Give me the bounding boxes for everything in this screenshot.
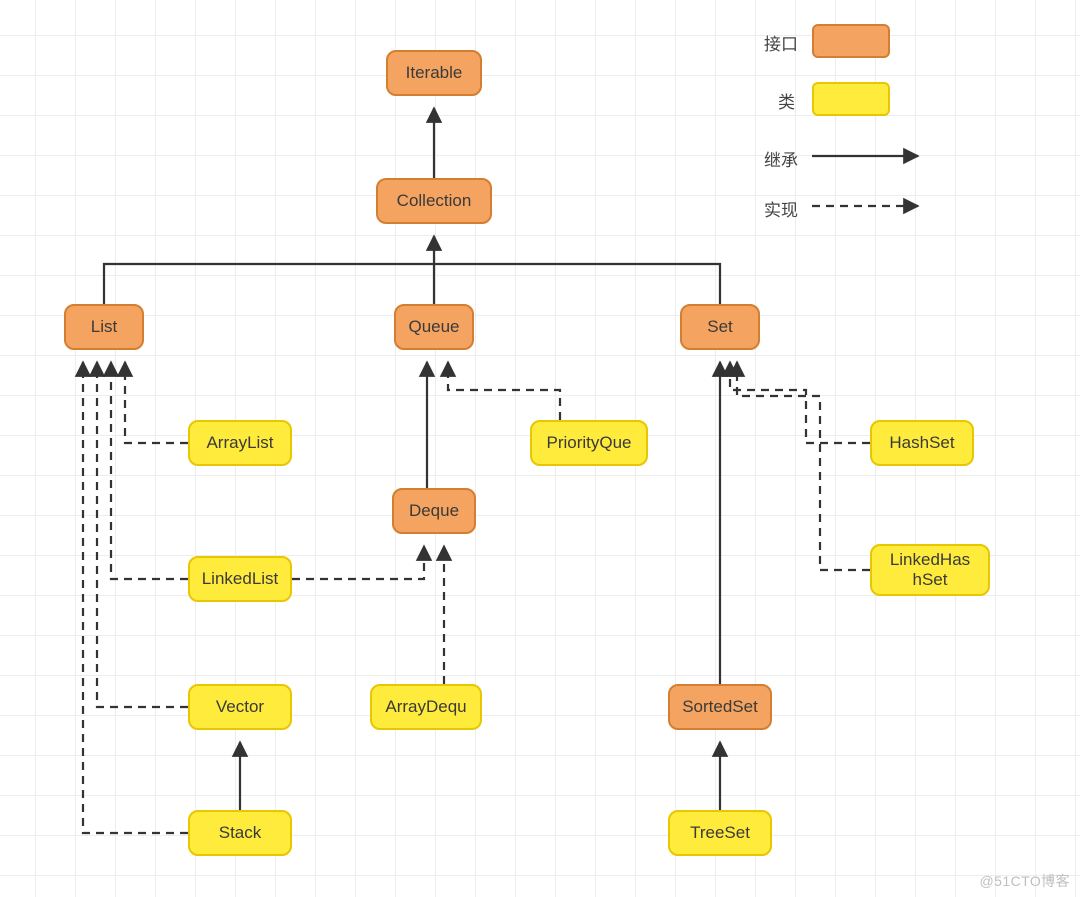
- node-label: Vector: [216, 697, 264, 717]
- node-stack: Stack: [188, 810, 292, 856]
- node-label: Set: [707, 317, 733, 337]
- node-vector: Vector: [188, 684, 292, 730]
- node-linkedhashset: LinkedHashSet: [870, 544, 990, 596]
- edge-linkedlist-to-list: [111, 362, 188, 579]
- edge-list-to-bus: [104, 264, 434, 304]
- node-label: ArrayList: [206, 433, 273, 453]
- legend-class-label: 类: [778, 88, 795, 113]
- node-arraydeque: ArrayDequ: [370, 684, 482, 730]
- node-label: TreeSet: [690, 823, 750, 843]
- node-label: Collection: [397, 191, 472, 211]
- legend-interface-swatch: [812, 24, 890, 58]
- node-label: Iterable: [406, 63, 463, 83]
- node-label: SortedSet: [682, 697, 758, 717]
- edge-stack-to-list: [83, 362, 188, 833]
- node-label: List: [91, 317, 117, 337]
- watermark: @51CTO博客: [980, 871, 1070, 891]
- legend-interface-label: 接口: [764, 30, 798, 55]
- edge-arraylist-to-list: [125, 362, 188, 443]
- node-collection: Collection: [376, 178, 492, 224]
- legend-extends-label: 继承: [764, 146, 798, 171]
- node-label: Deque: [409, 501, 459, 521]
- node-treeset: TreeSet: [668, 810, 772, 856]
- edge-linkedhashset-to-set: [737, 362, 870, 570]
- node-label: Queue: [408, 317, 459, 337]
- node-deque: Deque: [392, 488, 476, 534]
- node-sortedset: SortedSet: [668, 684, 772, 730]
- node-linkedlist: LinkedList: [188, 556, 292, 602]
- edge-hashset-to-set: [730, 362, 870, 443]
- node-label: Stack: [219, 823, 262, 843]
- node-label: LinkedHashSet: [890, 550, 970, 589]
- node-arraylist: ArrayList: [188, 420, 292, 466]
- node-label: ArrayDequ: [385, 697, 466, 717]
- legend-implements-label: 实现: [764, 196, 798, 221]
- edge-priorityq-to-queue: [448, 362, 560, 420]
- node-queue: Queue: [394, 304, 474, 350]
- node-hashset: HashSet: [870, 420, 974, 466]
- node-priorityq: PriorityQue: [530, 420, 648, 466]
- legend-class-swatch: [812, 82, 890, 116]
- node-label: PriorityQue: [546, 433, 631, 453]
- edge-set-to-bus: [434, 264, 720, 304]
- node-list: List: [64, 304, 144, 350]
- node-label: HashSet: [889, 433, 954, 453]
- node-set: Set: [680, 304, 760, 350]
- node-iterable: Iterable: [386, 50, 482, 96]
- edge-linkedlist-to-deque: [292, 546, 424, 579]
- node-label: LinkedList: [202, 569, 279, 589]
